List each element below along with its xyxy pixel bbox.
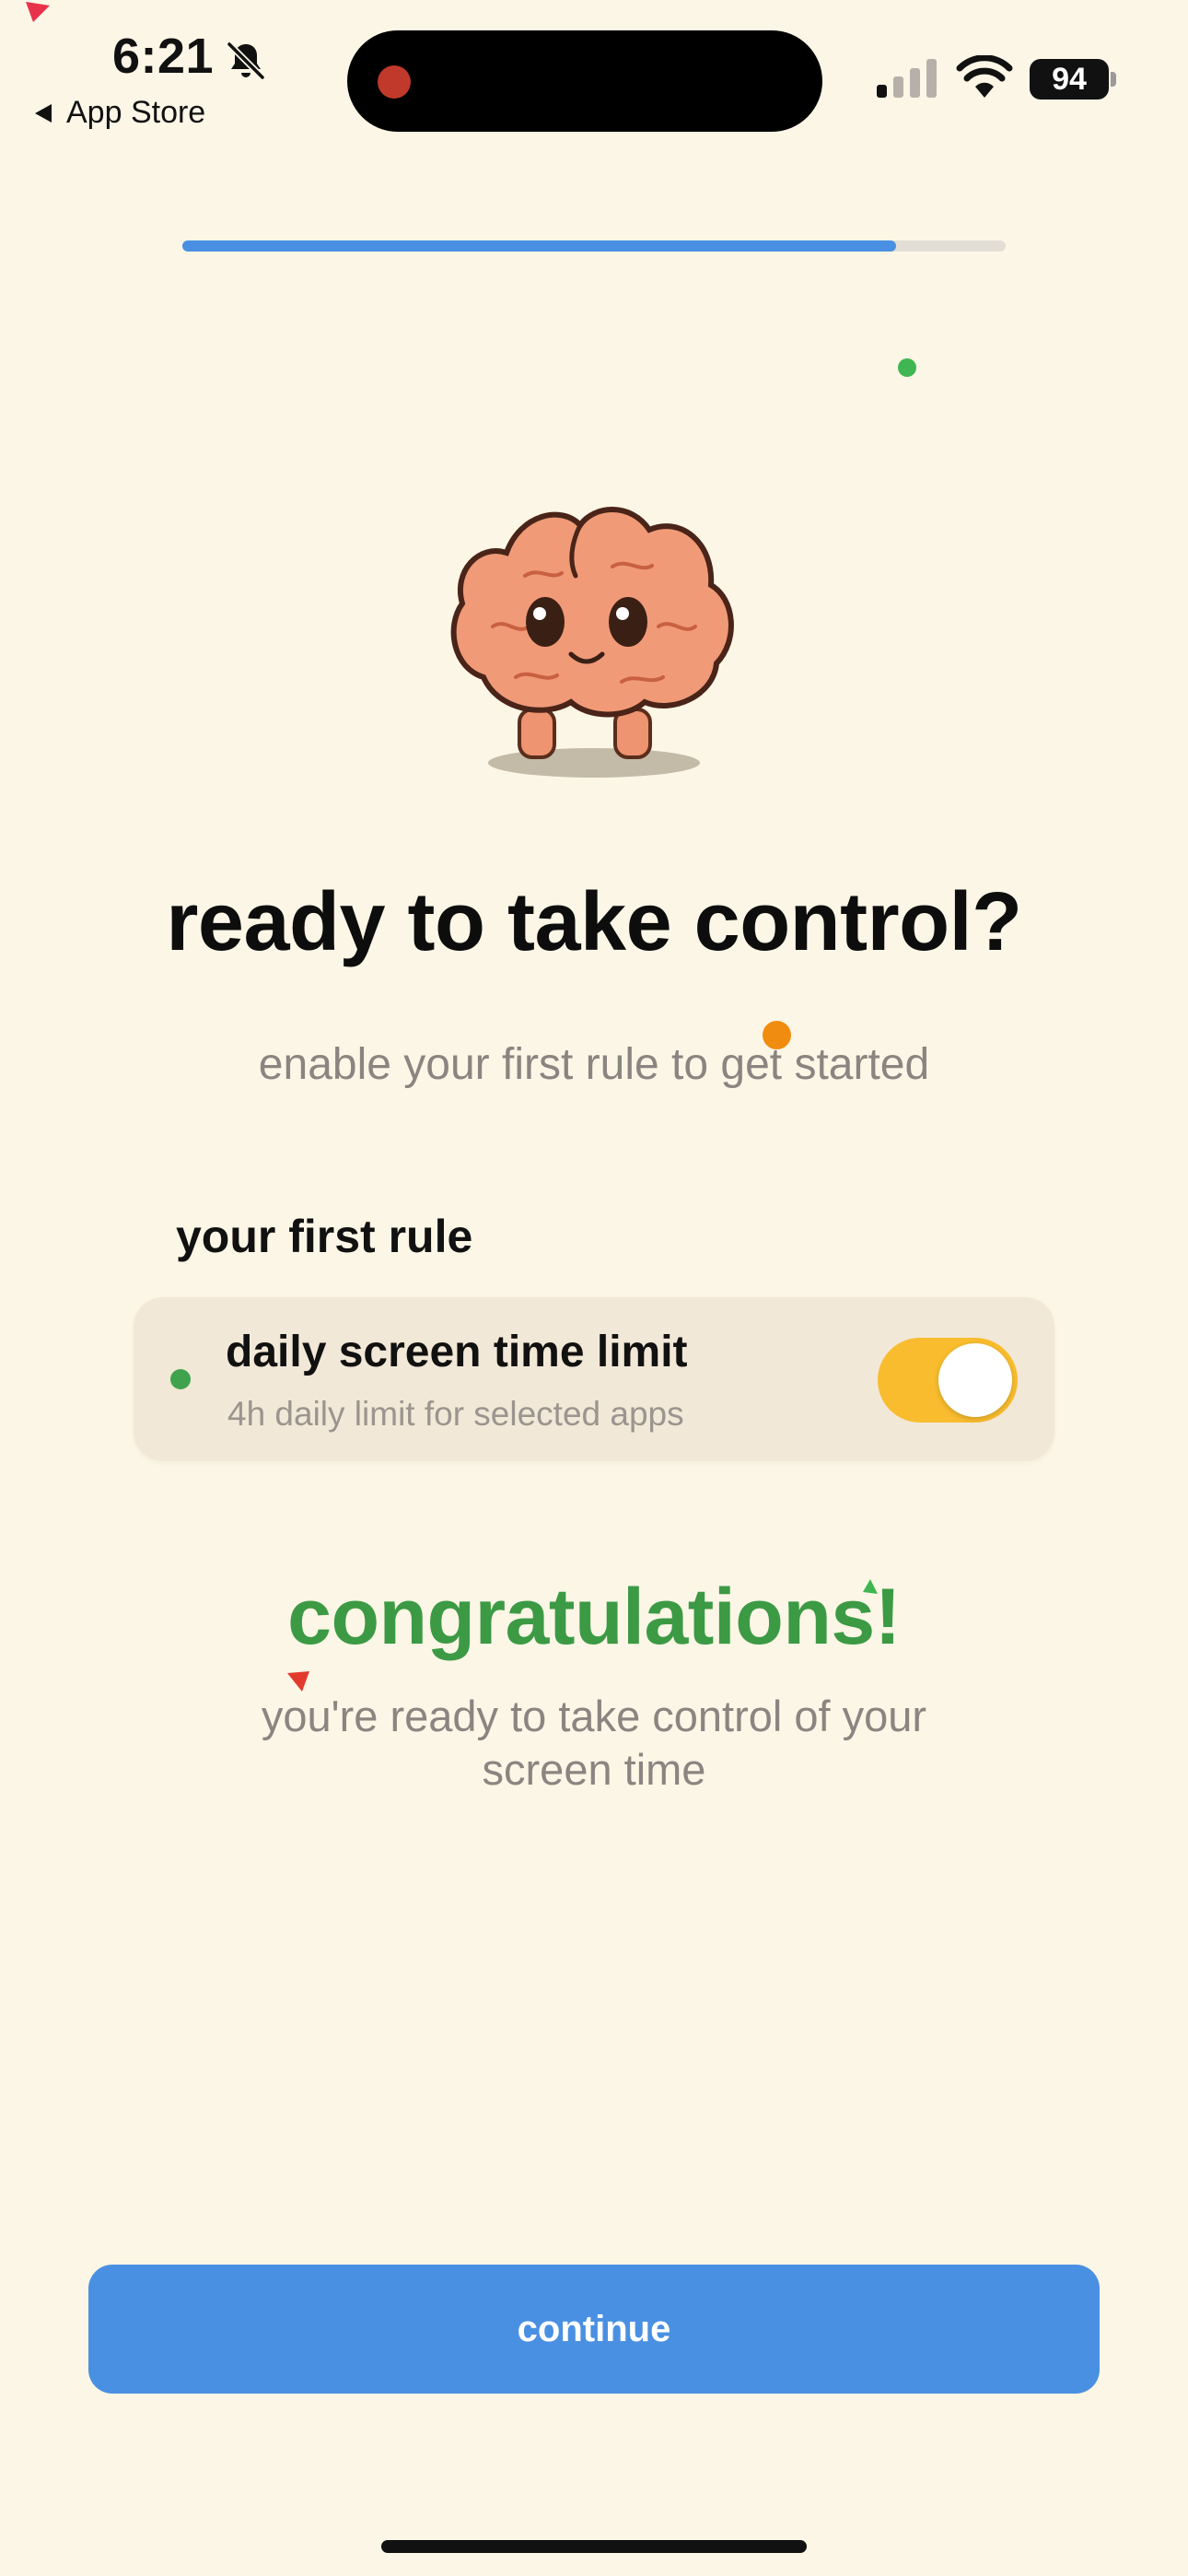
battery-cap — [1111, 72, 1116, 87]
back-to-app-store-link[interactable]: App Store — [33, 95, 205, 131]
congratulations-heading: congratulations! — [287, 1573, 901, 1661]
signal-icon — [877, 59, 937, 98]
wifi-icon — [956, 55, 1013, 98]
battery-level: 94 — [1052, 61, 1087, 97]
back-triangle-icon — [35, 103, 52, 123]
battery-icon: 94 — [1030, 59, 1109, 100]
progress-fill — [182, 240, 897, 252]
rule-card[interactable]: daily screen time limit 4h daily limit f… — [134, 1297, 1054, 1461]
page-title: ready to take control? — [166, 876, 1022, 968]
rule-title: daily screen time limit — [226, 1328, 688, 1376]
rule-description: 4h daily limit for selected apps — [227, 1395, 684, 1433]
confetti-piece — [898, 358, 916, 377]
bell-slash-icon — [227, 41, 265, 80]
section-label: your first rule — [176, 1211, 473, 1262]
confetti-piece — [26, 2, 50, 22]
continue-button[interactable]: continue — [88, 2265, 1100, 2394]
page-subtitle: enable your first rule to get started — [258, 1040, 930, 1089]
brain-mascot-icon — [450, 507, 734, 778]
onboarding-progress-bar — [182, 240, 1006, 252]
back-link-label: App Store — [66, 95, 206, 130]
status-time: 6:21 — [112, 29, 215, 84]
home-indicator — [381, 2540, 807, 2553]
dynamic-island — [347, 30, 822, 132]
toggle-knob — [938, 1343, 1012, 1417]
congratulations-message: you're ready to take control of your scr… — [261, 1692, 927, 1794]
recording-indicator-icon — [378, 65, 411, 99]
rule-enable-toggle[interactable] — [878, 1338, 1018, 1423]
rule-status-dot — [170, 1369, 191, 1389]
